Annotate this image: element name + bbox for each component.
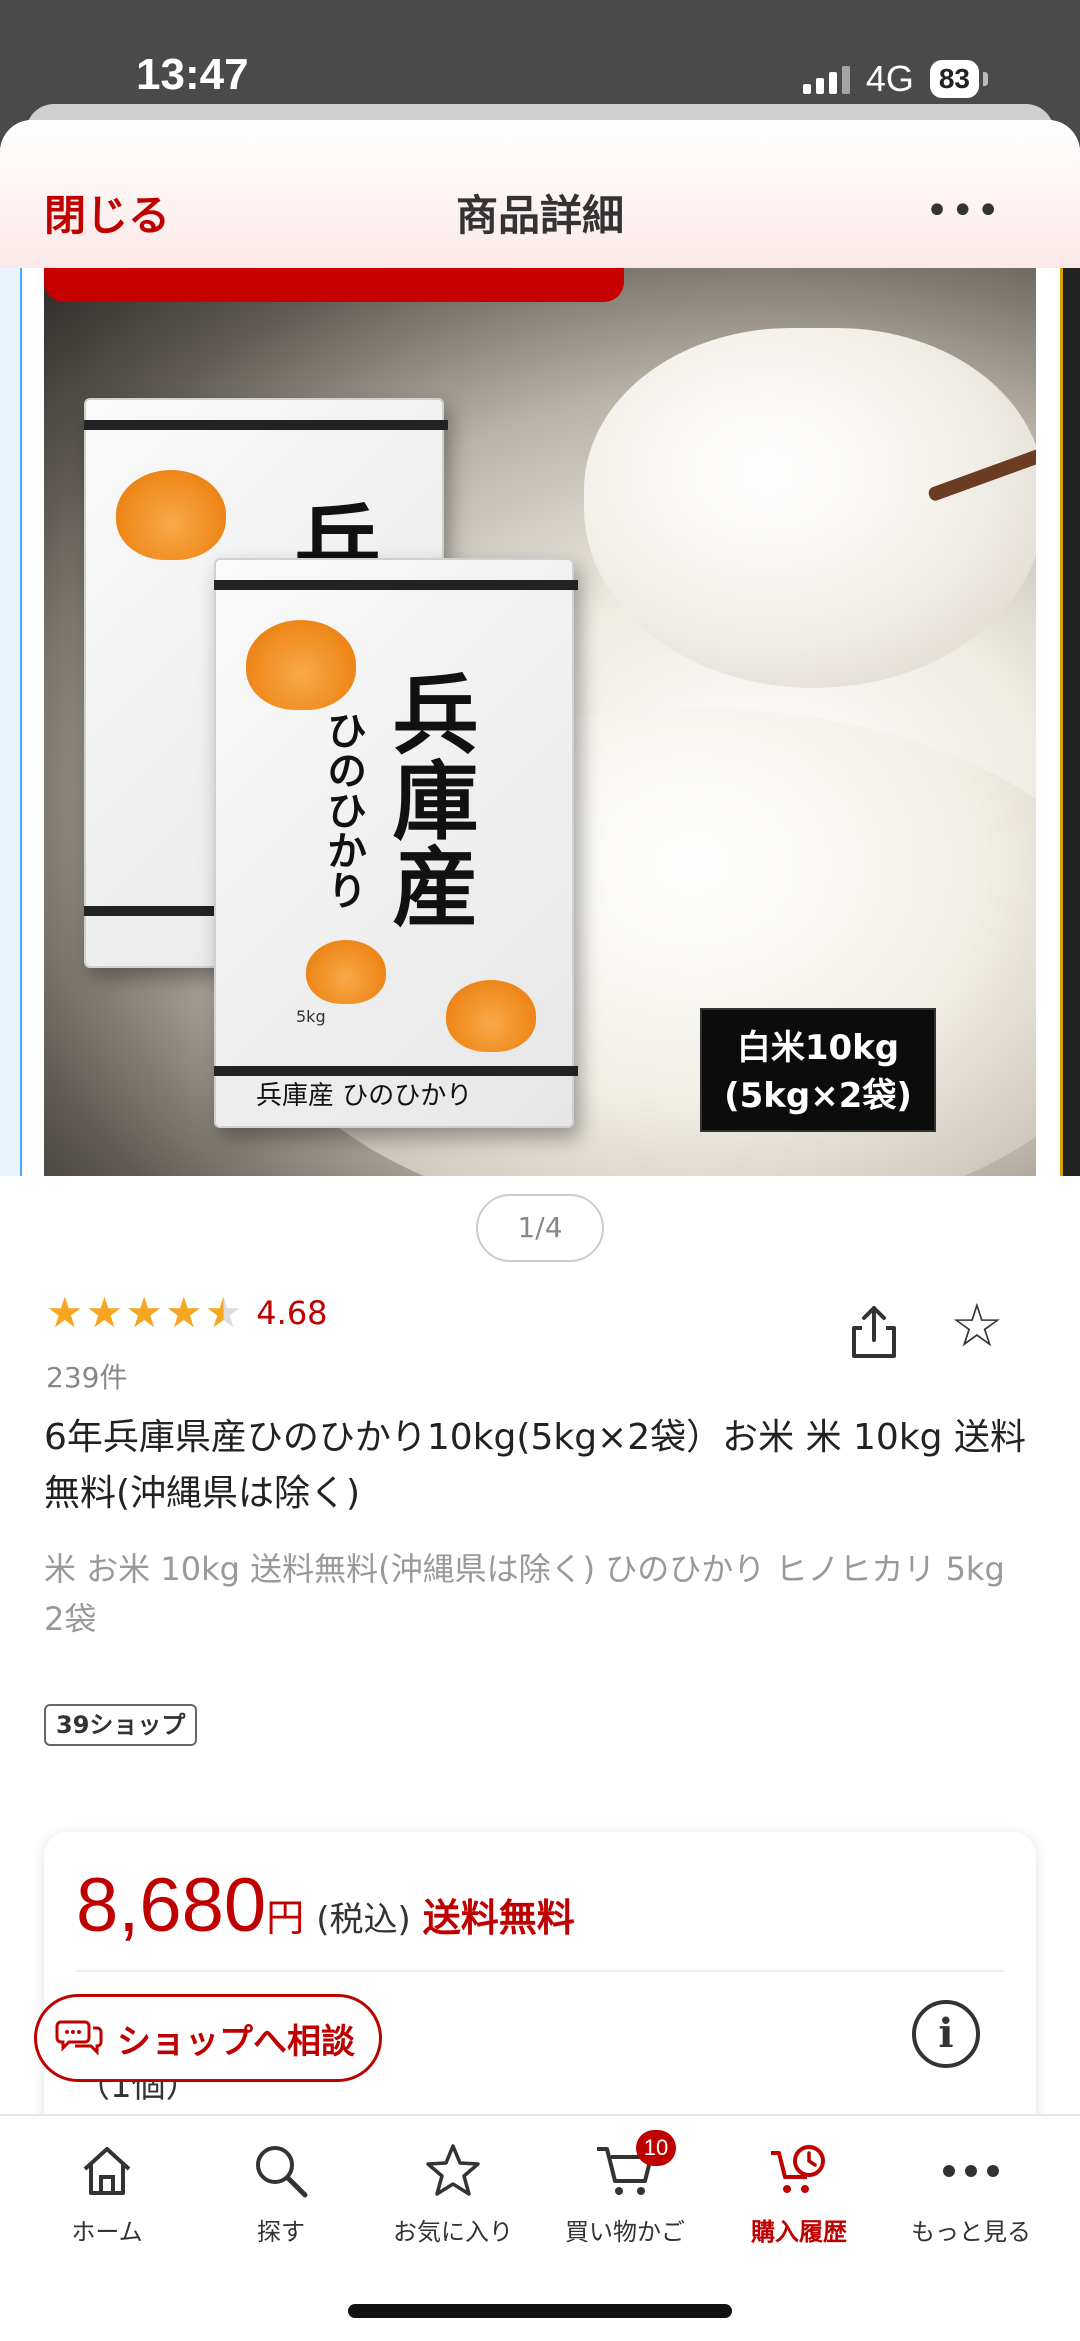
favorite-star-icon[interactable]: ☆	[950, 1296, 1004, 1356]
rating[interactable]: ★ ★ ★ ★ ★ 4.68	[46, 1292, 328, 1334]
review-count[interactable]: 239件	[46, 1356, 127, 1396]
product-detail-sheet: 閉じる 商品詳細 ••• 兵庫産 兵庫産 ひのひかり	[0, 120, 1080, 2341]
flower-icon	[116, 470, 226, 560]
tab-more[interactable]: もっと見る	[886, 2136, 1056, 2247]
product-title: 6年兵庫県産ひのひかり10kg(5kg×2袋）お米 米 10kg 送料無料(沖縄…	[44, 1417, 1026, 1514]
tax-label: (税込)	[316, 1900, 411, 1940]
chat-icon	[55, 2020, 103, 2056]
tab-label: お気に入り	[393, 2218, 513, 2246]
tab-favorites[interactable]: お気に入り	[368, 2136, 538, 2247]
sold-banner	[44, 268, 624, 302]
price-currency: 円	[266, 1896, 305, 1940]
next-image-peek[interactable]	[1060, 268, 1080, 1176]
star-filled-icon: ★	[46, 1288, 84, 1337]
info-icon[interactable]: i	[912, 2000, 980, 2068]
home-indicator[interactable]	[348, 2304, 732, 2318]
history-cart-icon	[771, 2145, 825, 2193]
flower-icon	[246, 620, 356, 710]
share-icon[interactable]	[844, 1302, 904, 1362]
divider	[76, 1970, 1004, 1972]
weight-badge-line2: (5kg×2袋)	[724, 1076, 912, 1116]
tab-label: ホーム	[71, 2218, 143, 2246]
weight-badge-line1: 白米10kg	[736, 1028, 900, 1068]
star-icon	[426, 2144, 480, 2196]
tab-label: 購入履歴	[751, 2218, 847, 2246]
price-row: 8,680 円 (税込) 送料無料	[76, 1862, 575, 1949]
tab-purchase-history[interactable]: 購入履歴	[714, 2136, 884, 2247]
tab-label: 買い物かご	[565, 2218, 685, 2246]
bag-kanji-sub: ひのひかり	[320, 710, 367, 910]
battery-cap	[983, 72, 988, 86]
more-options-icon[interactable]: •••	[925, 188, 1002, 234]
shop-tag[interactable]: 39ショップ	[44, 1704, 198, 1746]
status-indicators: 4G 83	[802, 58, 988, 100]
home-icon	[83, 2147, 131, 2195]
tab-search[interactable]: 探す	[196, 2136, 366, 2247]
star-half-icon: ★	[204, 1288, 243, 1337]
tab-label: もっと見る	[911, 2218, 1031, 2246]
tab-label: 探す	[257, 2218, 305, 2246]
weight-badge: 白米10kg (5kg×2袋)	[700, 1008, 936, 1132]
rating-value: 4.68	[256, 1294, 328, 1332]
consult-shop-button[interactable]: ショップへ相談	[34, 1994, 382, 2082]
star-filled-icon: ★	[164, 1288, 203, 1337]
network-type: 4G	[865, 58, 914, 99]
flower-icon	[306, 940, 386, 1004]
bag-kanji-main: 兵庫産	[377, 670, 478, 928]
rice-bag-front: 兵庫産 ひのひかり 5kg 兵庫産 ひのひかり	[214, 558, 578, 1128]
header: 閉じる 商品詳細 •••	[0, 120, 1080, 268]
bag-weight-label: 5kg	[296, 1007, 326, 1026]
more-icon	[943, 2165, 999, 2177]
status-bar: 13:47 4G 83	[0, 0, 1080, 120]
status-time: 13:47	[136, 50, 249, 99]
page-title: 商品詳細	[455, 191, 624, 240]
tab-home[interactable]: ホーム	[22, 2136, 192, 2247]
image-carousel[interactable]: 兵庫産 兵庫産 ひのひかり 5kg 兵庫産 ひのひかり 白米10kg (5kg×…	[0, 268, 1080, 1176]
signal-icon	[802, 64, 850, 94]
rice-spoon-graphic	[584, 328, 1036, 688]
tab-cart[interactable]: 10 買い物かご	[540, 2130, 710, 2247]
product-image[interactable]: 兵庫産 兵庫産 ひのひかり 5kg 兵庫産 ひのひかり 白米10kg (5kg×…	[44, 268, 1036, 1176]
star-filled-icon: ★	[85, 1288, 124, 1337]
free-shipping-label: 送料無料	[422, 1896, 575, 1940]
search-icon	[256, 2146, 308, 2198]
bag-bottom-label: 兵庫産 ひのひかり	[256, 1081, 473, 1111]
cart-count-badge: 10	[636, 2130, 676, 2166]
price-amount: 8,680	[76, 1863, 267, 1948]
prev-image-peek[interactable]	[0, 268, 22, 1176]
flower-icon	[446, 980, 536, 1052]
consult-label: ショップへ相談	[117, 2021, 355, 2062]
product-description: 米 お米 10kg 送料無料(沖縄県は除く) ひのひかり ヒノヒカリ 5kg 2…	[44, 1550, 1037, 1638]
star-filled-icon: ★	[125, 1288, 163, 1337]
image-pager: 1/4	[476, 1194, 604, 1262]
battery-icon: 83	[929, 60, 979, 98]
